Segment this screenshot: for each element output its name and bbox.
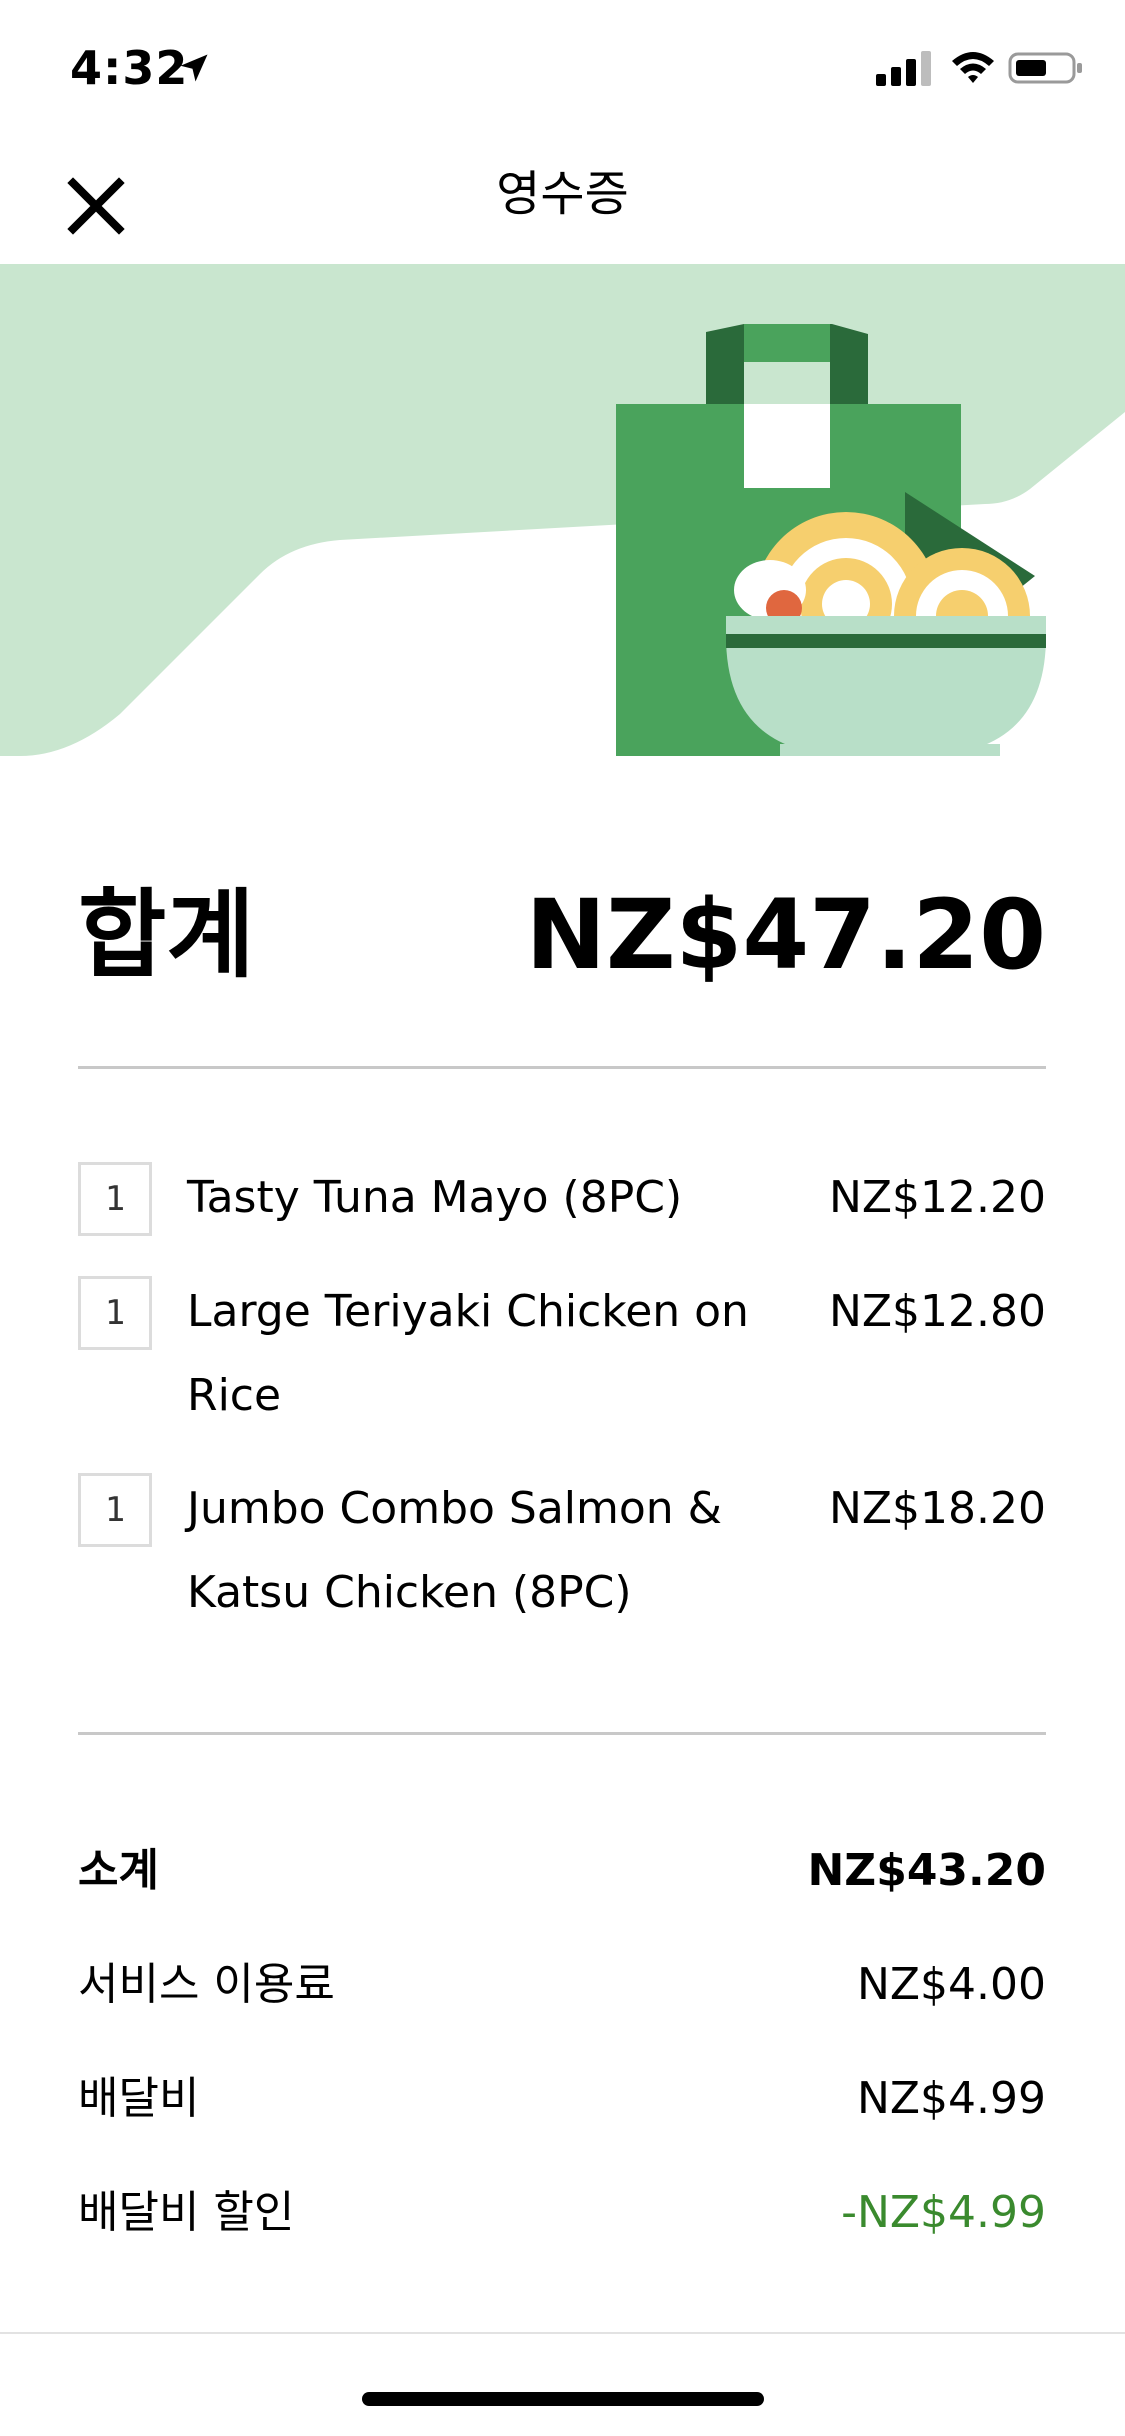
item-price: NZ$12.20 [828,1172,1046,1223]
nav-header: 영수증 [0,132,1125,264]
home-indicator [362,2392,764,2406]
delivery-fee-label: 배달비 [78,2073,200,2124]
hero-illustration [0,264,1125,756]
delivery-fee-row: 배달비 NZ$4.99 [78,2064,1046,2134]
quantity-box: 1 [78,1276,152,1350]
delivery-discount-row: 배달비 할인 -NZ$4.99 [78,2178,1046,2248]
order-item: 1 Tasty Tuna Mayo (8PC) NZ$12.20 [78,1162,1046,1242]
item-price: NZ$12.80 [828,1286,1046,1337]
cellular-signal-icon [876,51,931,86]
total-row: 합계 NZ$47.20 [78,880,1046,1000]
total-label: 합계 [78,879,255,991]
divider [78,1066,1046,1069]
bottom-divider [0,2332,1125,2334]
delivery-fee-value: NZ$4.99 [856,2073,1046,2124]
location-arrow-icon [180,54,208,82]
status-time: 4:32 [70,41,189,95]
item-name: Jumbo Combo Salmon & Katsu Chicken (8PC) [187,1483,722,1618]
subtotal-value: NZ$43.20 [807,1845,1046,1896]
item-price: NZ$18.20 [828,1483,1046,1534]
service-fee-row: 서비스 이용료 NZ$4.00 [78,1950,1046,2020]
quantity-box: 1 [78,1162,152,1236]
subtotal-label: 소계 [78,1845,159,1896]
quantity-box: 1 [78,1473,152,1547]
bag-label [744,404,830,488]
delivery-discount-label: 배달비 할인 [78,2187,295,2238]
battery-icon [1008,52,1082,84]
service-fee-label: 서비스 이용료 [78,1959,335,2010]
page-title: 영수증 [496,166,629,222]
subtotal-row: 소계 NZ$43.20 [78,1836,1046,1906]
delivery-discount-value: -NZ$4.99 [841,2187,1046,2238]
service-fee-value: NZ$4.00 [856,1959,1046,2010]
wifi-icon [952,52,994,83]
item-name: Tasty Tuna Mayo (8PC) [187,1172,683,1223]
divider [78,1732,1046,1735]
total-value: NZ$47.20 [525,879,1046,991]
item-name: Large Teriyaki Chicken on Rice [187,1286,749,1421]
status-bar: 4:32 [0,0,1125,132]
order-item: 1 Large Teriyaki Chicken on Rice NZ$12.8… [78,1276,1046,1446]
order-item: 1 Jumbo Combo Salmon & Katsu Chicken (8P… [78,1473,1046,1643]
